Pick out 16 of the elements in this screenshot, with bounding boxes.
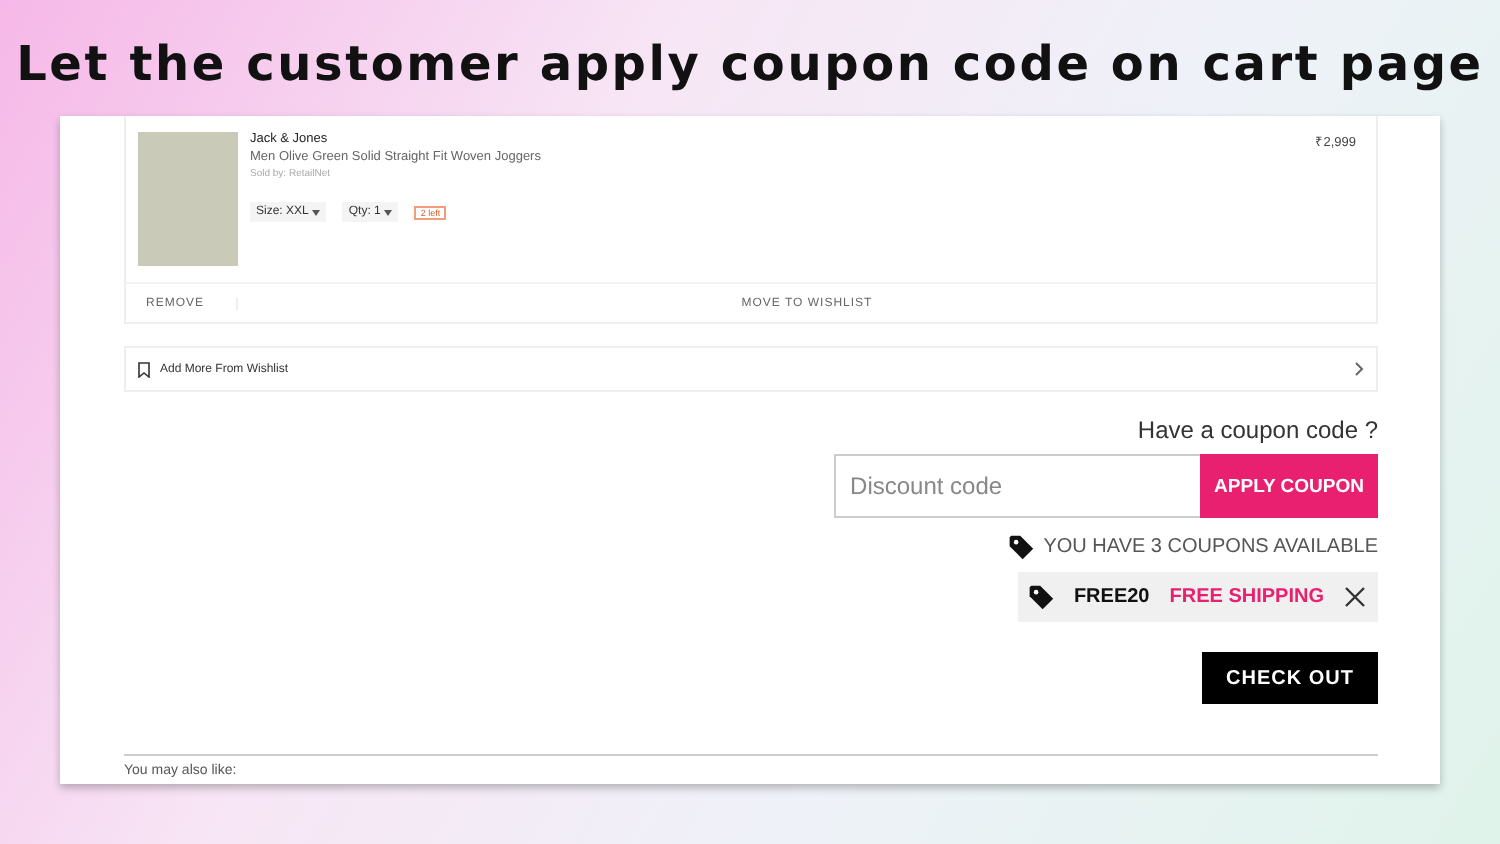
apply-coupon-button[interactable]: APPLY COUPON: [1200, 454, 1378, 518]
product-photo-placeholder: [138, 132, 238, 266]
tag-icon: [1027, 584, 1054, 610]
tag-icon: [1007, 534, 1034, 560]
bookmark-icon: [138, 361, 150, 377]
checkout-button[interactable]: CHECK OUT: [1202, 652, 1378, 704]
headline: Let the customer apply coupon code on cart page: [16, 36, 1484, 92]
coupon-prompt: Have a coupon code ?: [1137, 416, 1378, 444]
caret-icon: [384, 209, 393, 215]
coupon-offer: FREE SHIPPING: [1169, 586, 1324, 608]
coupons-available-text: YOU HAVE 3 COUPONS AVAILABLE: [1043, 536, 1378, 558]
discount-code-field[interactable]: Discount code: [834, 454, 1201, 518]
caret-icon: [312, 209, 321, 215]
coupon-code: FREE20: [1073, 586, 1150, 608]
chevron-right-icon: [1354, 362, 1364, 376]
close-icon[interactable]: [1344, 586, 1366, 608]
